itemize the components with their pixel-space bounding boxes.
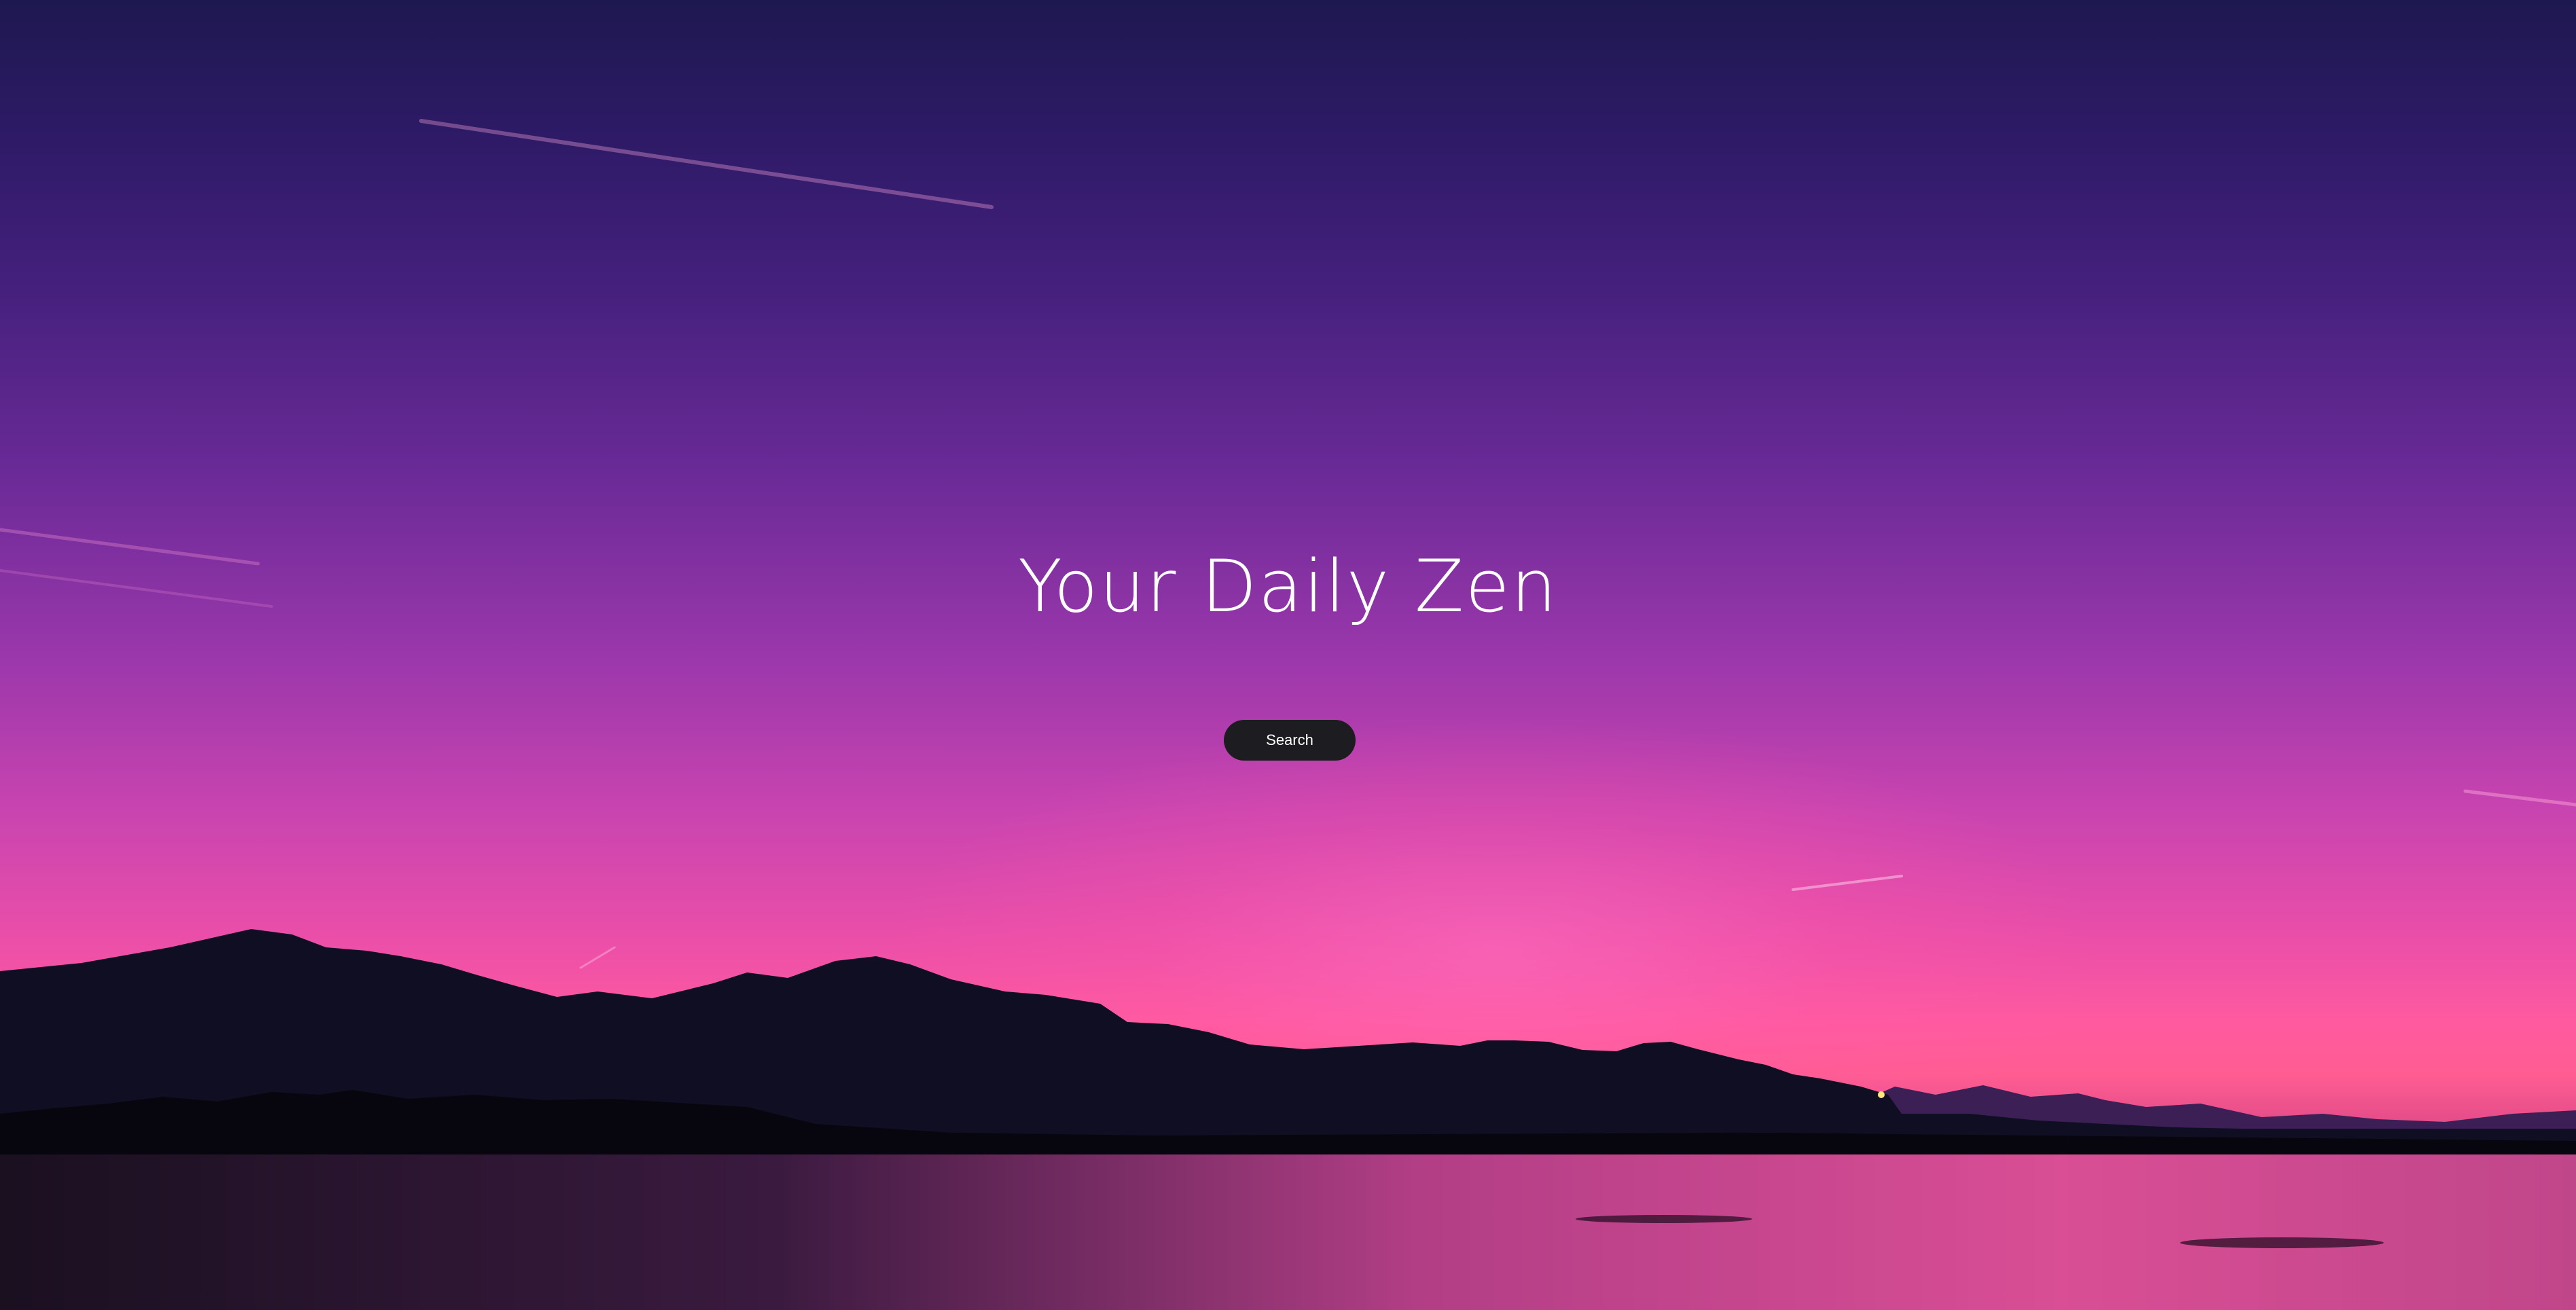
page: Your Daily Zen Search	[0, 0, 2576, 1310]
contrail	[2463, 789, 2576, 807]
page-title: Your Daily Zen	[1018, 545, 1558, 628]
contrail	[1792, 875, 1903, 891]
lake-surface	[0, 1154, 2576, 1310]
landscape-scenery	[0, 119, 2576, 1310]
search-button[interactable]: Search	[1224, 720, 1356, 761]
hero-section: Your Daily Zen	[0, 543, 2576, 630]
contrail	[419, 119, 994, 209]
contrail	[579, 946, 616, 969]
lake-shoal	[2180, 1237, 2384, 1248]
lake-shoal	[1576, 1215, 1752, 1223]
horizon-light	[1878, 1091, 1885, 1098]
